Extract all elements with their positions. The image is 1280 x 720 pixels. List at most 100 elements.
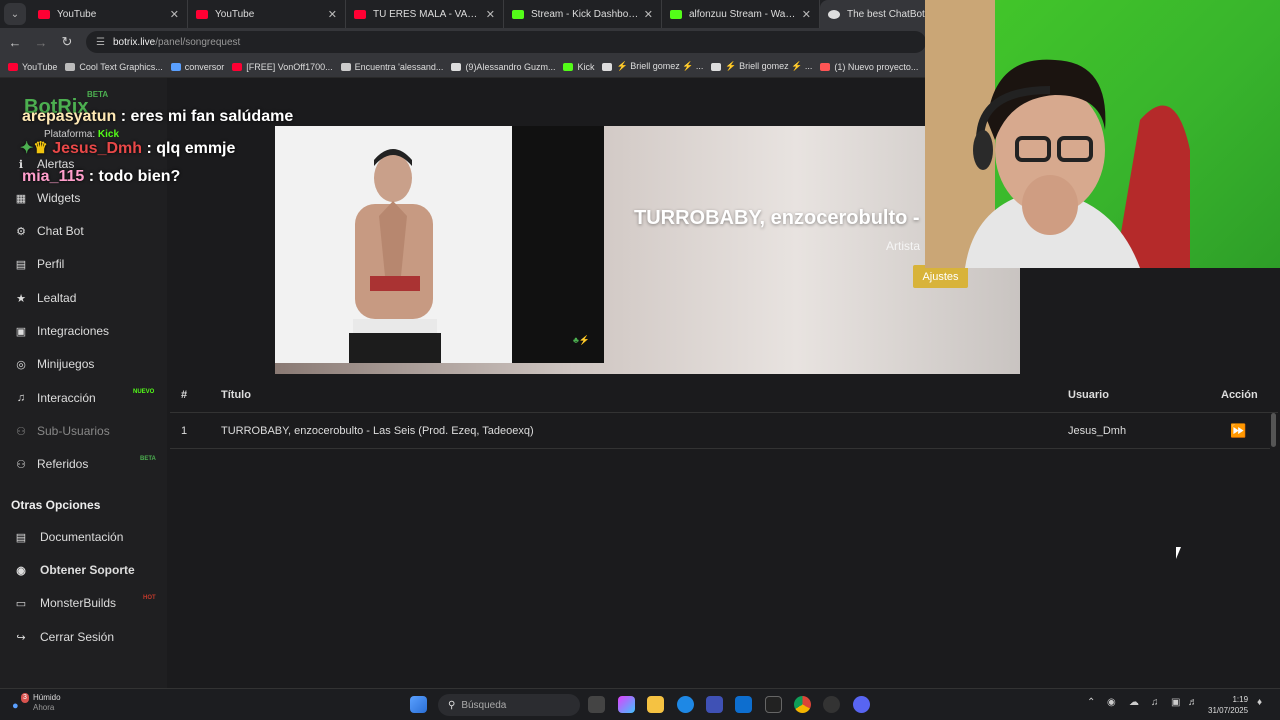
col-title: Título — [221, 389, 251, 401]
bookmark-item[interactable]: YouTube — [8, 62, 57, 72]
book-icon: ▤ — [15, 531, 27, 544]
col-action: Acción — [1221, 389, 1258, 401]
sidebar-item-cerrar-sesion[interactable]: ↪ Cerrar Sesión — [14, 630, 164, 644]
tab-1[interactable]: YouTube ✕ — [188, 0, 346, 28]
settings-button[interactable]: Ajustes — [913, 265, 968, 288]
chat-message: ✦♛ Jesus_Dmh : qlq emmje — [20, 140, 236, 157]
chat-message: mia_115 : todo bien? — [22, 168, 181, 185]
windows-start-icon[interactable] — [410, 696, 427, 713]
close-icon[interactable]: ✕ — [328, 8, 337, 21]
table-row: 1 TURROBABY, enzocerobulto - Las Seis (P… — [170, 413, 1270, 449]
profile-card-icon: ▤ — [15, 258, 27, 271]
support-icon: ◉ — [16, 564, 26, 577]
robot-icon: ⚙ — [16, 225, 26, 238]
video-panel — [512, 126, 604, 363]
bookmark-item[interactable]: Cool Text Graphics... — [65, 62, 163, 72]
queue-table-header: # Título Usuario Acción — [170, 377, 1278, 413]
taskbar-search[interactable]: ⚲ Búsqueda — [438, 694, 580, 716]
sidebar-item-widgets[interactable]: ▦ Widgets — [14, 191, 164, 205]
cloud-icon[interactable]: ☁ — [1129, 697, 1139, 708]
close-icon[interactable]: ✕ — [644, 8, 653, 21]
row-user: Jesus_Dmh — [1068, 425, 1127, 437]
reload-icon[interactable]: ↻ — [56, 34, 78, 50]
chrome-icon[interactable] — [794, 696, 811, 713]
table-scrollbar[interactable] — [1271, 413, 1276, 447]
sidebar-item-lealtad[interactable]: ★ Lealtad — [14, 291, 164, 305]
store-icon[interactable] — [706, 696, 723, 713]
bookmark-item[interactable]: ⚡ Briell gomez ⚡ ... — [711, 61, 812, 72]
youtube-icon — [38, 9, 50, 19]
system-clock[interactable]: 1:19 31/07/2025 — [1208, 694, 1248, 716]
file-explorer-icon[interactable] — [647, 696, 664, 713]
tab-0[interactable]: YouTube ✕ — [30, 0, 188, 28]
sidebar-item-perfil[interactable]: ▤ Perfil — [14, 257, 164, 271]
edge-icon[interactable] — [677, 696, 694, 713]
close-icon[interactable]: ✕ — [170, 8, 179, 21]
task-view-icon[interactable] — [588, 696, 605, 713]
skip-forward-icon[interactable]: ⏩ — [1230, 413, 1246, 449]
bookmark-item[interactable]: Encuentra 'alessand... — [340, 62, 443, 72]
now-playing-title: TURROBABY, enzocerobulto - — [634, 207, 920, 229]
chat-message: arepasyatun : eres mi fan salúdame — [22, 108, 294, 125]
bookmark-item[interactable]: ⚡ Briell gomez ⚡ ... — [602, 61, 703, 72]
bookmark-icon — [340, 62, 351, 71]
volume-icon[interactable]: ♬ — [1188, 697, 1198, 708]
artist-label: Artista — [886, 239, 921, 253]
bookmark-icon — [232, 62, 243, 71]
tab-2[interactable]: TU ERES MALA - VALERO, JEEIF✕ — [346, 0, 504, 28]
beta-badge: BETA — [87, 90, 109, 99]
sidebar-item-integraciones[interactable]: ▣ Integraciones — [14, 324, 164, 338]
col-user: Usuario — [1068, 389, 1109, 401]
weather-widget[interactable]: 3 ● Húmido Ahora — [12, 693, 61, 713]
sidebar-item-documentacion[interactable]: ▤ Documentación — [14, 530, 164, 544]
sidebar-item-sub-usuarios[interactable]: ⚇ Sub-Usuarios — [14, 424, 164, 438]
copilot-icon[interactable] — [618, 696, 635, 713]
mouse-cursor — [1176, 547, 1181, 559]
botrix-icon — [828, 9, 840, 19]
col-number: # — [181, 389, 188, 401]
forward-icon[interactable]: → — [30, 35, 52, 50]
bookmark-item[interactable]: (1) Nuevo proyecto... — [820, 62, 918, 72]
nuevo-badge: NUEVO — [133, 389, 155, 395]
users-icon: ⚇ — [16, 425, 26, 438]
tab-3[interactable]: Stream - Kick Dashboard ✕ — [504, 0, 662, 28]
bookmark-item[interactable]: conversor — [170, 62, 224, 72]
laptop-icon: ▭ — [15, 597, 27, 610]
microphone-icon[interactable]: ♫ — [1151, 697, 1159, 708]
epic-games-icon[interactable] — [765, 696, 782, 713]
bookmark-item[interactable]: (9)Alessandro Guzm... — [451, 62, 555, 72]
sidebar-item-minijuegos[interactable]: ◎ Minijuegos — [14, 357, 164, 371]
close-icon[interactable]: ✕ — [486, 8, 495, 21]
sidebar-item-monsterbuilds[interactable]: ▭ MonsterBuilds — [14, 596, 164, 610]
beta-badge: BETA — [140, 456, 156, 462]
search-icon: ⚲ — [448, 699, 456, 711]
tab-search-button[interactable]: ⌄ — [4, 3, 26, 25]
tab-4[interactable]: alfonzuu Stream - Watch Live o✕ — [662, 0, 820, 28]
crown-icon: ♛ — [33, 140, 48, 157]
tray-app-icon[interactable]: ◉ — [1107, 697, 1116, 708]
clover-icon: ♣⚡ — [573, 335, 591, 345]
notification-bell-icon[interactable]: ♦ — [1257, 697, 1262, 708]
back-icon[interactable]: ← — [4, 35, 26, 50]
webcam-figure — [925, 0, 1190, 268]
close-icon[interactable]: ✕ — [802, 8, 811, 21]
site-info-icon[interactable]: ☰ — [96, 37, 105, 48]
outlook-icon[interactable] — [735, 696, 752, 713]
bookmark-item[interactable]: Kick — [563, 62, 594, 72]
obs-icon[interactable] — [823, 696, 840, 713]
row-title: TURROBABY, enzocerobulto - Las Seis (Pro… — [221, 425, 534, 437]
sidebar-item-chatbot[interactable]: ⚙ Chat Bot — [14, 224, 164, 238]
chevron-up-icon[interactable]: ⌃ — [1087, 697, 1095, 708]
bookmark-icon — [563, 62, 574, 71]
integrations-icon: ▣ — [15, 325, 27, 338]
network-icon[interactable]: ▣ — [1171, 697, 1180, 708]
webcam-overlay — [925, 0, 1280, 268]
album-art — [275, 126, 512, 363]
discord-icon[interactable] — [853, 696, 870, 713]
widgets-icon: ▦ — [15, 192, 27, 205]
sidebar-item-soporte[interactable]: ◉ Obtener Soporte — [14, 563, 164, 577]
gamepad-icon: ◎ — [16, 358, 26, 371]
url-input[interactable]: ☰ botrix.live/panel/songrequest — [86, 31, 926, 53]
kick-icon — [512, 9, 524, 19]
bookmark-item[interactable]: [FREE] VonOff1700... — [232, 62, 333, 72]
